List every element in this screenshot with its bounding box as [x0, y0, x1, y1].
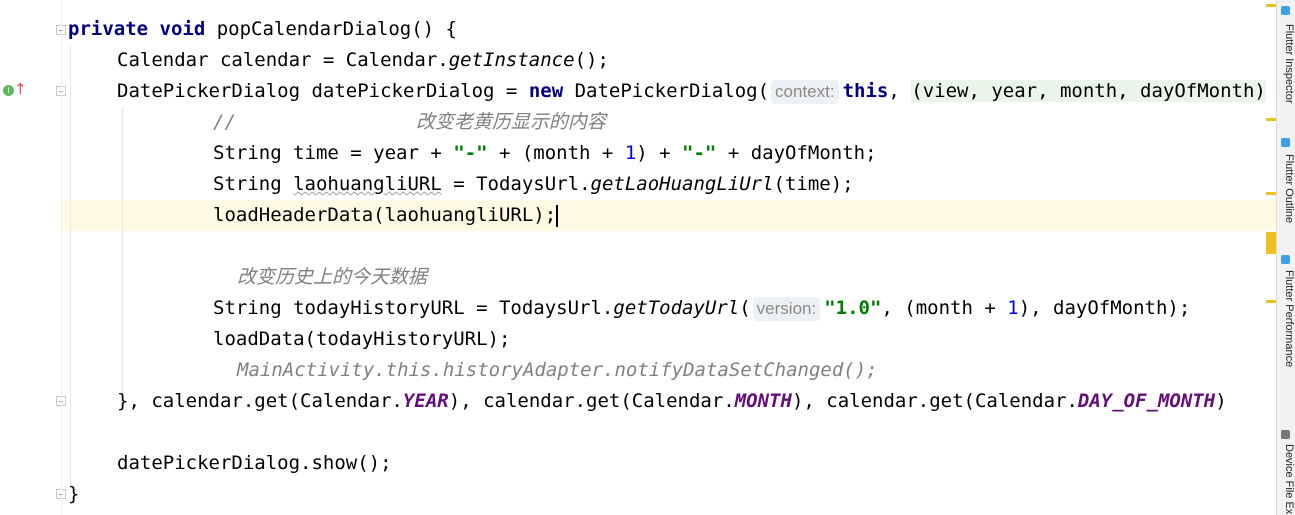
- code-line-11: loadData(todayHistoryURL);: [213, 324, 510, 355]
- code-line-10: String todayHistoryURL = TodaysUrl.getTo…: [213, 293, 1190, 324]
- tool-tab-device-file-explorer[interactable]: Device File Ex: [1278, 444, 1295, 514]
- code-line-4: // 改变老黄历显示的内容: [213, 107, 606, 138]
- code-text: String time = year +: [213, 142, 454, 164]
- code-text: String: [213, 173, 294, 195]
- tool-tab-flutter-performance[interactable]: Flutter Performance: [1278, 270, 1295, 367]
- code-text: ) +: [636, 142, 683, 164]
- code-text: Calendar calendar = Calendar.: [117, 49, 449, 71]
- parameter-hint: version:: [752, 297, 821, 321]
- comment-slashes: //: [213, 111, 236, 133]
- code-line-3: DatePickerDialog datePickerDialog = new …: [117, 76, 1266, 107]
- tool-tab-flutter-outline[interactable]: Flutter Outline: [1278, 154, 1295, 223]
- keyword: void: [159, 18, 206, 40]
- comment-text: 改变老黄历显示的内容: [415, 111, 606, 133]
- number-literal: 1: [1007, 297, 1019, 319]
- number-literal: 1: [624, 142, 637, 164]
- code-line-5: String time = year + "-" + (month + 1) +…: [213, 138, 877, 169]
- code-text: ,: [888, 80, 912, 102]
- keyword: new: [528, 80, 564, 102]
- string-literal: "-": [682, 142, 717, 164]
- code-text: }, calendar.get(Calendar.: [117, 390, 403, 412]
- code-text: DatePickerDialog datePickerDialog =: [117, 80, 529, 102]
- code-line-16: }: [68, 479, 79, 510]
- code-line-6: String laohuangliURL = TodaysUrl.getLaoH…: [213, 169, 854, 200]
- string-literal: "1.0": [824, 297, 882, 319]
- method-call: getInstance: [448, 49, 575, 71]
- static-field: YEAR: [402, 390, 449, 412]
- code-line-2: Calendar calendar = Calendar.getInstance…: [117, 45, 609, 76]
- flutter-outline-icon: [1281, 138, 1290, 147]
- device-file-explorer-icon: [1281, 430, 1290, 439]
- typo-variable: laohuangliURL: [293, 173, 442, 195]
- code-text: popCalendarDialog() {: [205, 18, 457, 40]
- code-text: loadHeaderData(laohuangliURL);: [213, 204, 557, 226]
- code-text: ), calendar.get(Calendar.: [791, 390, 1078, 412]
- code-text: String todayHistoryURL = TodaysUrl.: [213, 297, 614, 319]
- code-line-15: datePickerDialog.show();: [117, 448, 392, 479]
- code-text: + (month +: [487, 142, 625, 164]
- method-call: getLaoHuangLiUrl: [590, 173, 774, 195]
- code-text: DatePickerDialog(: [563, 80, 770, 102]
- code-text: ): [1215, 390, 1227, 412]
- code-line-1: private void popCalendarDialog() {: [68, 14, 457, 45]
- code-text: loadData(todayHistoryURL);: [213, 328, 511, 350]
- code-text: ();: [574, 49, 609, 71]
- code-text: (: [739, 297, 751, 319]
- parameter-hint: context:: [771, 80, 839, 104]
- code-line-7: loadHeaderData(laohuangliURL);: [213, 200, 559, 231]
- string-literal: "-": [453, 142, 488, 164]
- flutter-inspector-icon: [1281, 6, 1290, 15]
- static-field: DAY_OF_MONTH: [1077, 390, 1216, 412]
- code-line-12: MainActivity.this.historyAdapter.notifyD…: [237, 355, 878, 386]
- comment-text: 改变历史上的今天数据: [237, 266, 428, 288]
- code-text: ), dayOfMonth);: [1018, 297, 1191, 319]
- code-line-13: }, calendar.get(Calendar.YEAR), calendar…: [117, 386, 1227, 417]
- lambda-params: (view, year, month, dayOfMonth): [911, 80, 1266, 102]
- flutter-performance-icon: [1281, 255, 1290, 264]
- implements-method-icon[interactable]: I: [3, 85, 14, 96]
- code-text: = TodaysUrl.: [441, 173, 591, 195]
- code-text: }: [68, 483, 80, 505]
- tool-tab-flutter-inspector[interactable]: Flutter Inspector: [1278, 24, 1295, 103]
- method-call: getTodayUrl: [613, 297, 740, 319]
- code-text: , (month +: [881, 297, 1008, 319]
- keyword: private: [68, 18, 149, 40]
- code-line-9: 改变历史上的今天数据: [237, 262, 427, 293]
- code-text: (time);: [773, 173, 854, 195]
- indent-guide: [122, 108, 123, 398]
- tool-window-bar: Flutter Inspector Flutter Outline Flutte…: [1276, 0, 1295, 515]
- code-text: ), calendar.get(Calendar.: [448, 390, 735, 412]
- code-text: + dayOfMonth;: [716, 142, 877, 164]
- commented-code: MainActivity.this.historyAdapter.notifyD…: [237, 359, 878, 381]
- override-arrow-icon[interactable]: ↑: [14, 80, 27, 98]
- static-field: MONTH: [734, 390, 792, 412]
- text-caret: [556, 204, 559, 227]
- code-text: datePickerDialog.show();: [117, 452, 392, 474]
- keyword: this: [842, 80, 889, 102]
- editor-gutter: I ↑: [0, 0, 66, 515]
- indent-guide: [70, 46, 71, 486]
- code-editor[interactable]: private void popCalendarDialog() { Calen…: [62, 0, 1276, 515]
